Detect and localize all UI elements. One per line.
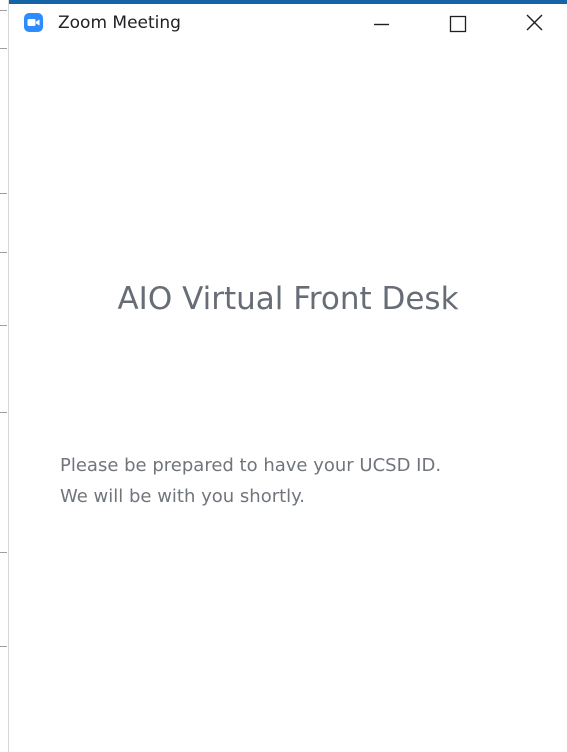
message-line-1: Please be prepared to have your UCSD ID. <box>60 455 442 476</box>
minimize-button[interactable] <box>357 4 405 42</box>
window-title: Zoom Meeting <box>58 13 181 33</box>
maximize-button[interactable] <box>434 4 482 42</box>
edge-mark <box>0 48 7 49</box>
background-window-edge <box>0 0 9 752</box>
edge-mark <box>0 10 7 11</box>
title-bar[interactable]: Zoom Meeting <box>9 4 567 42</box>
close-icon <box>526 14 543 31</box>
minimize-icon <box>374 23 389 26</box>
desktop-background: Zoom Meeting AIO Virtual Front Desk Plea… <box>0 0 567 752</box>
edge-mark <box>0 646 7 647</box>
edge-mark <box>0 193 7 194</box>
close-button[interactable] <box>510 4 558 42</box>
edge-mark <box>0 252 7 253</box>
edge-mark <box>0 325 7 326</box>
zoom-camera-icon <box>24 13 43 32</box>
edge-mark <box>0 412 7 413</box>
zoom-meeting-window: Zoom Meeting AIO Virtual Front Desk Plea… <box>9 4 567 752</box>
waiting-message: Please be prepared to have your UCSD ID.… <box>60 450 441 512</box>
meeting-heading: AIO Virtual Front Desk <box>117 281 459 317</box>
maximize-icon <box>449 15 467 33</box>
waiting-room-content: AIO Virtual Front Desk Please be prepare… <box>9 42 567 752</box>
message-line-2: We will be with you shortly. <box>60 486 305 507</box>
edge-mark <box>0 552 7 553</box>
